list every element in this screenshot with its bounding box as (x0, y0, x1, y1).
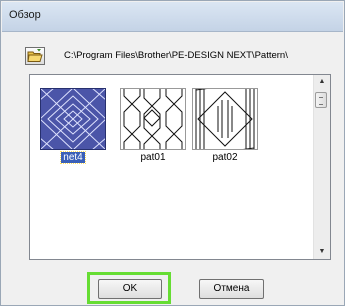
pattern-list[interactable]: net4 pat01 pat02 ▲ ▼ (29, 74, 331, 260)
list-item[interactable]: pat01 (120, 88, 186, 163)
scroll-down-arrow-icon[interactable]: ▼ (314, 245, 330, 259)
file-name-label: net4 (60, 151, 86, 164)
open-folder-icon (27, 49, 43, 62)
list-item[interactable]: net4 (40, 88, 106, 164)
dialog-title: Обзор (9, 9, 41, 21)
file-name-label: pat02 (212, 152, 238, 163)
list-item[interactable]: pat02 (192, 88, 258, 163)
title-bar[interactable]: Обзор (2, 2, 343, 32)
scroll-thumb[interactable] (315, 92, 327, 108)
cancel-button[interactable]: Отмена (199, 279, 264, 299)
browse-dialog: Обзор C:\Program Files\Brother\PE-DESIGN… (0, 0, 345, 306)
scroll-up-arrow-icon[interactable]: ▲ (314, 75, 330, 89)
vertical-scrollbar[interactable]: ▲ ▼ (313, 75, 330, 259)
pat01-thumbnail (120, 88, 186, 150)
pat02-thumbnail (192, 88, 258, 150)
open-folder-button[interactable] (25, 47, 45, 65)
ok-button[interactable]: OK (98, 279, 162, 299)
net4-thumbnail (40, 88, 106, 150)
file-name-label: pat01 (140, 152, 166, 163)
folder-path: C:\Program Files\Brother\PE-DESIGN NEXT\… (64, 50, 288, 61)
